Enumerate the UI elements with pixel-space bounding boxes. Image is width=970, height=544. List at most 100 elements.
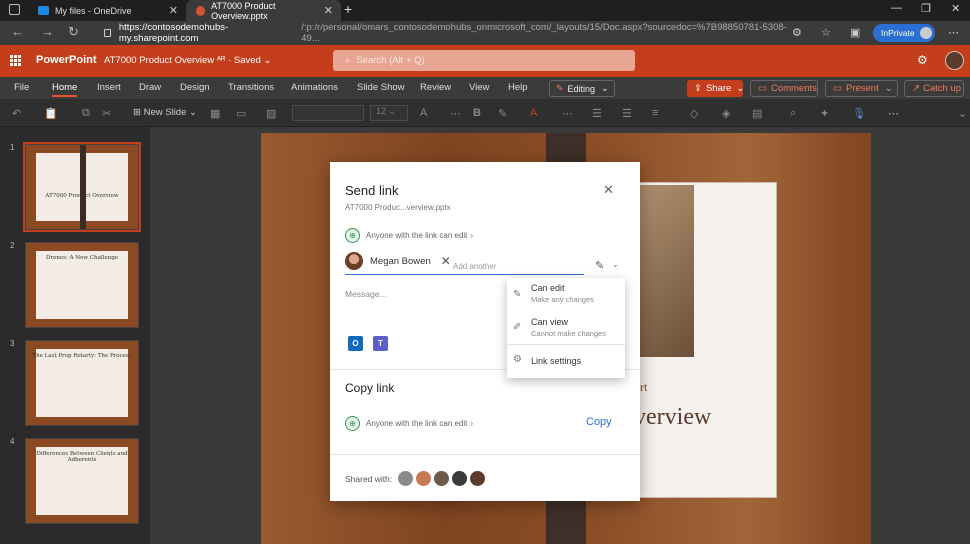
paste-icon[interactable]: 📋 [44, 107, 58, 120]
arrange-icon[interactable]: ▤ [752, 107, 762, 120]
copy-icon[interactable]: ⧉ [82, 107, 90, 120]
url-field[interactable]: https://contosodemohubs-my.sharepoint.co… [98, 22, 788, 44]
more-icon[interactable]: ⋯ [948, 26, 959, 39]
new-tab-icon[interactable]: + [344, 1, 352, 17]
shared-user-avatar [470, 471, 486, 486]
tab-review[interactable]: Review [420, 82, 451, 93]
chevron-down-icon[interactable]: ⌄ [612, 260, 619, 269]
outlook-icon[interactable]: O [348, 336, 363, 351]
tab-insert[interactable]: Insert [97, 82, 121, 93]
layout-icon[interactable]: ▦ [210, 107, 220, 120]
editing-mode-button[interactable]: ✎ Editing ⌄ [549, 80, 615, 97]
font-size-select[interactable]: 12 ⌄ [370, 105, 408, 121]
inprivate-badge[interactable]: InPrivate [873, 24, 935, 42]
back-icon[interactable]: ← [11, 24, 24, 39]
fill-icon[interactable]: ◈ [722, 107, 730, 120]
undo-icon[interactable]: ↶ [12, 107, 21, 120]
pencil-icon[interactable]: ✎ [595, 259, 604, 272]
more-font-icon[interactable]: ⋯ [450, 107, 461, 120]
tab-home[interactable]: Home [52, 82, 78, 97]
recipient-field-underline [345, 274, 584, 275]
align-icon[interactable]: ≡ [652, 107, 658, 119]
bold-icon[interactable]: B [473, 107, 481, 119]
picture-icon[interactable]: ▨ [266, 107, 276, 120]
slide-title-text[interactable]: verview [634, 404, 711, 431]
share-button[interactable]: ⇪ Share ⌄ [687, 80, 745, 97]
close-icon[interactable]: ✕ [603, 182, 614, 198]
slide-stripe [80, 145, 86, 229]
tab-design[interactable]: Design [180, 82, 210, 93]
chevron-down-icon: ⌄ [736, 83, 745, 94]
tab-animations[interactable]: Animations [291, 82, 338, 93]
favorites-icon[interactable]: ☆ [821, 26, 831, 39]
menu-item-label: Can edit [531, 283, 565, 293]
shapes-icon[interactable]: ◇ [690, 107, 698, 120]
new-slide-button[interactable]: ⊞ New Slide ⌄ [133, 107, 197, 118]
close-tab-icon[interactable]: ✕ [169, 4, 178, 17]
section-icon[interactable]: ▭ [236, 107, 246, 120]
catch-up-icon: ↗ [912, 83, 920, 94]
menu-item-can-view[interactable]: ✐ Can view Cannot make changes [507, 311, 625, 343]
bullets-icon[interactable]: ☰ [592, 107, 602, 120]
permission-dropdown: ✎ Can edit Make any changes ✐ Can view C… [507, 278, 625, 378]
collapse-ribbon-icon[interactable]: ⌄ [958, 107, 967, 120]
remove-recipient-icon[interactable]: ✕ [441, 254, 451, 268]
onedrive-icon [38, 6, 49, 15]
tab-transitions[interactable]: Transitions [228, 82, 274, 93]
numbering-icon[interactable]: ☰ [622, 107, 632, 120]
copy-link-permission-setting[interactable]: ⊕ Anyone with the link can edit › [345, 416, 473, 431]
more-font-options-icon[interactable]: ⋯ [562, 107, 573, 120]
user-avatar[interactable] [945, 51, 964, 70]
link-permission-setting[interactable]: ⊕ Anyone with the link can edit › [345, 228, 473, 243]
dictate-icon[interactable]: 🎙 [852, 107, 866, 120]
slide-thumbnail-4[interactable]: Differences Between Clients and Adherent… [25, 438, 139, 524]
refresh-icon[interactable]: ↻ [68, 24, 79, 40]
tab-file[interactable]: File [14, 82, 29, 93]
app-name: PowerPoint [36, 54, 97, 66]
add-recipient-input[interactable]: Add another [453, 262, 497, 271]
menu-item-can-edit[interactable]: ✎ Can edit Make any changes [507, 278, 625, 310]
tab-slide-show[interactable]: Slide Show [357, 82, 405, 93]
highlight-icon[interactable]: ✎ [498, 107, 507, 120]
grow-font-icon[interactable]: A [420, 107, 427, 119]
shared-with-row[interactable]: Shared with: [345, 471, 486, 486]
browser-tab-pptx[interactable]: AT7000 Product Overview.pptx ✕ [186, 0, 341, 21]
close-tab-icon[interactable]: ✕ [324, 4, 333, 17]
teams-icon[interactable]: T [373, 336, 388, 351]
slide-thumbnail-1[interactable]: AT7000 Product Overview [23, 142, 141, 232]
font-color-icon[interactable]: A [530, 107, 537, 119]
tracking-icon[interactable]: ⚙ [792, 26, 802, 39]
slide-thumbnail-3[interactable]: The Last Prop Rotarty: The Process [25, 340, 139, 426]
settings-icon[interactable]: ⚙ [917, 53, 928, 67]
document-title[interactable]: AT7000 Product Overview ᴬᴿ · Saved ⌄ [104, 55, 271, 66]
menu-item-label: Link settings [531, 356, 582, 366]
more-options-icon[interactable]: ⋯ [888, 107, 899, 120]
minimize-icon[interactable]: — [891, 2, 902, 14]
no-edit-icon: ✐ [513, 322, 522, 333]
forward-icon[interactable]: → [41, 24, 54, 39]
find-icon[interactable]: ⌕ [790, 107, 796, 120]
catch-up-button[interactable]: ↗ Catch up [904, 80, 964, 97]
search-input[interactable]: ⌕ Search (Alt + Q) [333, 50, 635, 71]
tab-actions-icon[interactable] [9, 4, 20, 15]
menu-item-link-settings[interactable]: ⚙ Link settings [507, 345, 625, 377]
tab-draw[interactable]: Draw [139, 82, 161, 93]
designer-icon[interactable]: ✦ [820, 107, 829, 120]
collections-icon[interactable]: ▣ [850, 26, 860, 39]
browser-tab-onedrive[interactable]: My files - OneDrive ✕ [28, 0, 186, 21]
cut-icon[interactable]: ✂ [102, 107, 111, 120]
tab-help[interactable]: Help [508, 82, 528, 93]
comments-button[interactable]: ▭ Comments [750, 80, 818, 97]
copy-button[interactable]: Copy [586, 416, 612, 428]
font-family-select[interactable] [292, 105, 364, 121]
app-launcher-icon[interactable] [10, 55, 21, 66]
slide-thumbnail-2[interactable]: Drones: A New Challenge [25, 242, 139, 328]
tab-view[interactable]: View [469, 82, 489, 93]
maximize-icon[interactable]: ❐ [921, 2, 931, 15]
menu-item-description: Make any changes [531, 295, 594, 304]
present-button[interactable]: ▭ Present ⌄ [825, 80, 898, 97]
close-window-icon[interactable]: ✕ [951, 2, 960, 15]
inprivate-label: InPrivate [881, 28, 915, 38]
message-input[interactable]: Message... [345, 289, 387, 299]
address-bar: ← → ↻ https://contosodemohubs-my.sharepo… [0, 21, 970, 45]
